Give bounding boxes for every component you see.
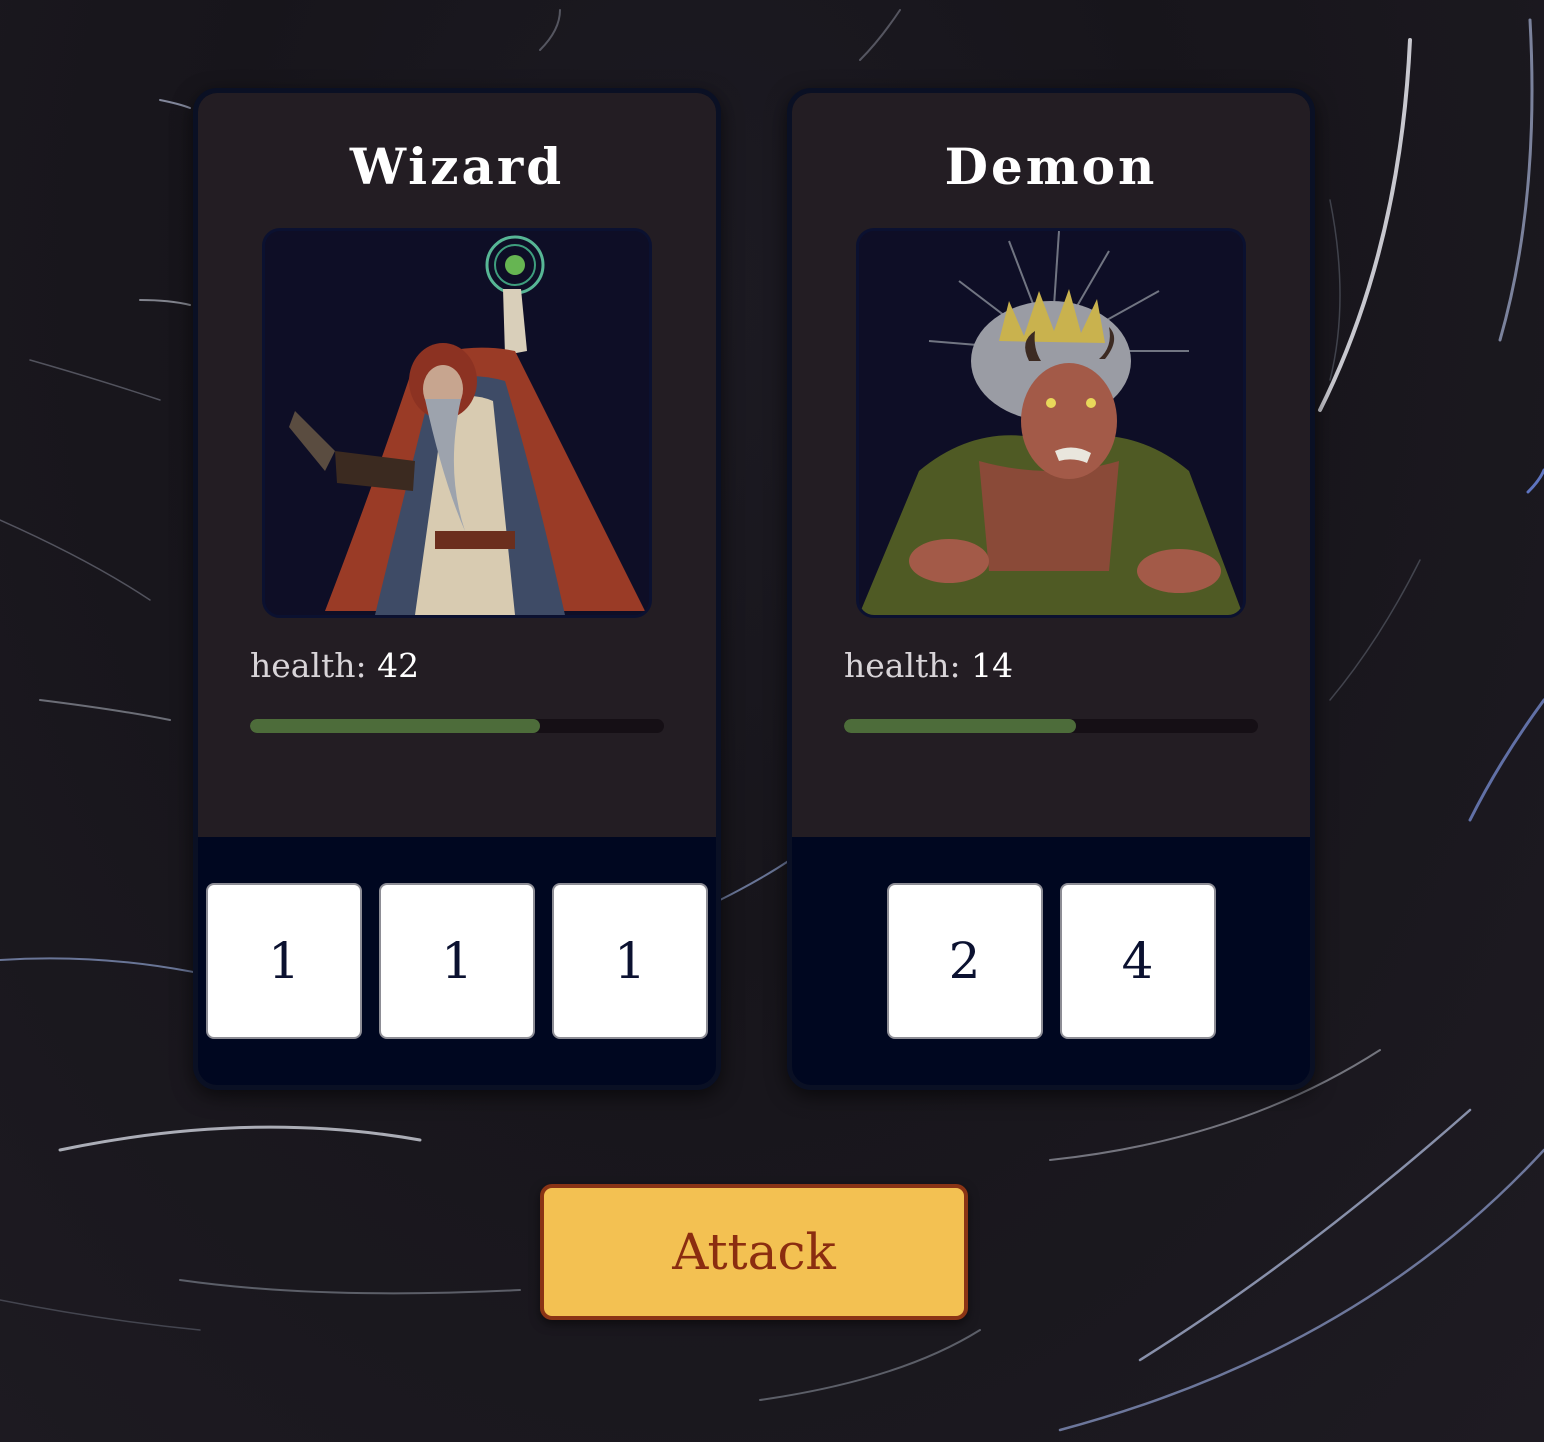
monster-card-body: Demon health: 14 bbox=[792, 93, 1310, 837]
hero-health-bar bbox=[250, 719, 664, 733]
hero-health-bar-fill bbox=[250, 719, 540, 733]
monster-name: Demon bbox=[944, 137, 1158, 196]
monster-dice-row: 24 bbox=[792, 883, 1310, 1039]
hero-die[interactable]: 1 bbox=[552, 883, 708, 1039]
hero-die[interactable]: 1 bbox=[379, 883, 535, 1039]
hero-health: health: 42 bbox=[250, 646, 419, 685]
attack-button[interactable]: Attack bbox=[540, 1184, 968, 1320]
monster-die[interactable]: 2 bbox=[886, 883, 1043, 1039]
hero-dice-row: 111 bbox=[198, 883, 716, 1039]
wizard-portrait bbox=[262, 228, 652, 618]
hero-die[interactable]: 1 bbox=[206, 883, 362, 1039]
monster-health-label: health: bbox=[844, 646, 961, 685]
monster-card: Demon health: 14 2 4 bbox=[787, 88, 1315, 1090]
hero-name: Wizard bbox=[349, 137, 565, 196]
demon-portrait bbox=[856, 228, 1246, 618]
monster-health-bar-fill bbox=[844, 719, 1076, 733]
monster-health: health: 14 bbox=[844, 646, 1013, 685]
hero-card-body: Wizard health: 42 bbox=[198, 93, 716, 837]
hero-health-label: health: bbox=[250, 646, 367, 685]
monster-health-value: 14 bbox=[971, 646, 1014, 685]
hero-card: Wizard health: 42 1 1 1 bbox=[193, 88, 721, 1090]
monster-health-bar bbox=[844, 719, 1258, 733]
hero-health-value: 42 bbox=[377, 646, 420, 685]
monster-die[interactable]: 4 bbox=[1059, 883, 1216, 1039]
